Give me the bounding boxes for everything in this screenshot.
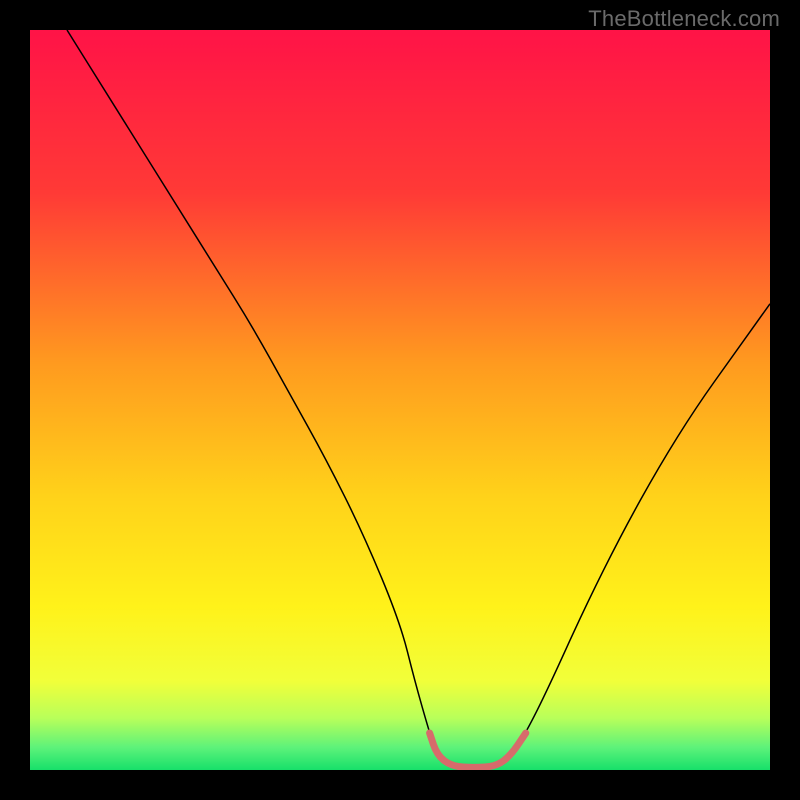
curves-layer [30, 30, 770, 770]
optimal-zone [430, 733, 526, 767]
watermark-text: TheBottleneck.com [588, 6, 780, 32]
plot-area [30, 30, 770, 770]
bottleneck-curve [67, 30, 770, 767]
chart-frame: TheBottleneck.com [0, 0, 800, 800]
